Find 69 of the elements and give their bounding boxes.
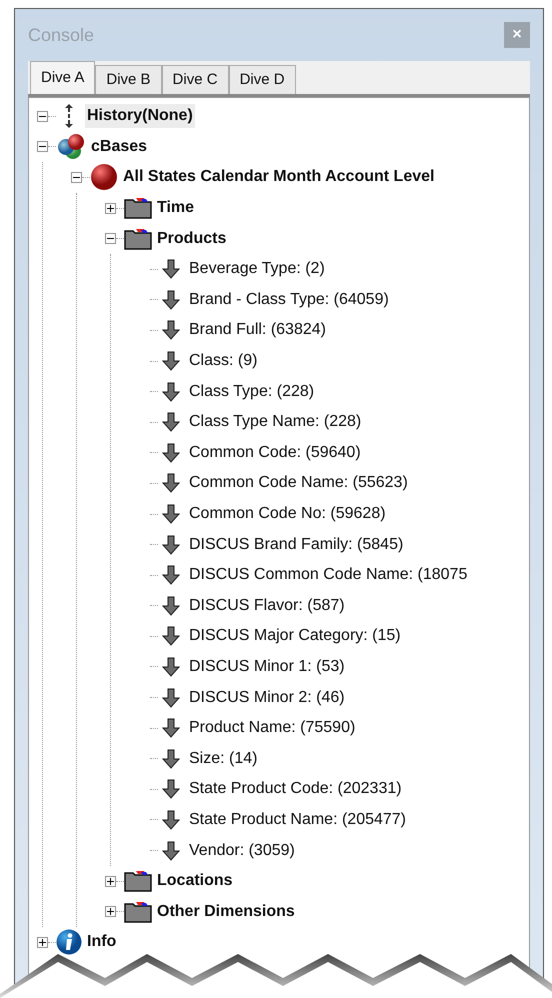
tree-item[interactable]: DISCUS Minor 1: (53) (187, 654, 347, 679)
tree-item[interactable]: Products (155, 226, 228, 251)
tree-item[interactable]: Brand - Class Type: (64059) (187, 288, 391, 312)
down-arrow-icon (162, 351, 180, 372)
tree-item[interactable]: State Product Name: (205477) (187, 808, 408, 832)
tree-item[interactable]: Info (85, 930, 118, 954)
tree-item[interactable]: DISCUS Common Code Name: (18075 (187, 563, 470, 588)
collapse-toggle[interactable] (37, 141, 48, 152)
tree-item[interactable]: Vendor: (3059) (187, 838, 297, 863)
tree-item[interactable]: DISCUS Minor 2: (46) (187, 686, 347, 710)
folder-icon (124, 228, 152, 250)
down-arrow-icon (162, 412, 180, 432)
down-arrow-icon (162, 718, 180, 738)
expand-toggle[interactable] (37, 936, 48, 948)
down-arrow-icon (162, 596, 180, 616)
sphere-icon (90, 163, 118, 192)
window-title: Console (28, 24, 94, 46)
expand-toggle[interactable] (105, 906, 116, 918)
tree-item[interactable]: DISCUS Brand Family: (5845) (187, 532, 406, 557)
down-arrow-icon (162, 320, 180, 340)
down-arrow-icon (162, 656, 180, 677)
tree-item[interactable]: Common Code Name: (55623) (187, 471, 410, 496)
tree-item[interactable]: Time (155, 196, 196, 220)
collapse-toggle[interactable] (37, 110, 48, 122)
folder-icon (124, 870, 152, 892)
down-arrow-icon (162, 259, 180, 280)
down-arrow-icon (162, 748, 180, 769)
tab[interactable]: Dive C (162, 65, 229, 94)
tab[interactable]: Dive B (95, 65, 162, 94)
tab[interactable]: Dive D (228, 65, 296, 94)
folder-icon (124, 197, 152, 220)
down-arrow-icon (162, 810, 180, 830)
tree-item[interactable]: State Product Code: (202331) (187, 777, 404, 802)
tree-item[interactable]: cBases (89, 134, 150, 159)
expand-toggle[interactable] (105, 876, 116, 887)
tree-item[interactable]: Common Code No: (59628) (187, 502, 388, 526)
down-arrow-icon (162, 779, 180, 800)
down-arrow-icon (162, 840, 180, 861)
tree-item[interactable]: History(None) (85, 104, 195, 128)
down-arrow-icon (162, 565, 180, 586)
down-arrow-icon (162, 626, 180, 646)
expand-toggle[interactable] (105, 202, 116, 214)
tab[interactable]: Dive A (30, 61, 96, 94)
tree-item[interactable]: Size: (14) (187, 746, 260, 771)
tree-item[interactable]: All States Calendar Month Account Level (121, 165, 436, 190)
tree-item[interactable]: DISCUS Major Category: (15) (187, 624, 403, 648)
tree-item[interactable]: Class: (9) (187, 349, 260, 374)
tree-item[interactable]: Other Dimensions (155, 900, 297, 924)
down-arrow-icon (162, 688, 180, 708)
spheres-icon (56, 132, 86, 161)
tree-item[interactable]: Class Type Name: (228) (187, 410, 364, 434)
down-arrow-icon (162, 290, 180, 310)
tree-item[interactable]: Product Name: (75590) (187, 716, 358, 740)
tree-item[interactable]: Locations (155, 869, 235, 894)
down-arrow-icon (162, 442, 180, 463)
tree-item[interactable]: Beverage Type: (2) (187, 257, 327, 282)
collapse-toggle[interactable] (105, 233, 116, 244)
tree-item[interactable]: Brand Full: (63824) (187, 318, 328, 342)
down-arrow-icon (162, 504, 180, 524)
tree-item[interactable]: Class Type: (228) (187, 380, 316, 404)
folder-icon (124, 900, 152, 923)
down-arrow-icon (162, 534, 180, 555)
down-arrow-icon (162, 473, 180, 494)
info-icon (56, 929, 82, 956)
tree-item[interactable]: Common Code: (59640) (187, 440, 363, 465)
collapse-toggle[interactable] (71, 172, 82, 183)
down-arrow-icon (162, 382, 180, 402)
vertical-arrows-icon (64, 104, 74, 128)
tree-item[interactable]: DISCUS Flavor: (587) (187, 594, 347, 618)
